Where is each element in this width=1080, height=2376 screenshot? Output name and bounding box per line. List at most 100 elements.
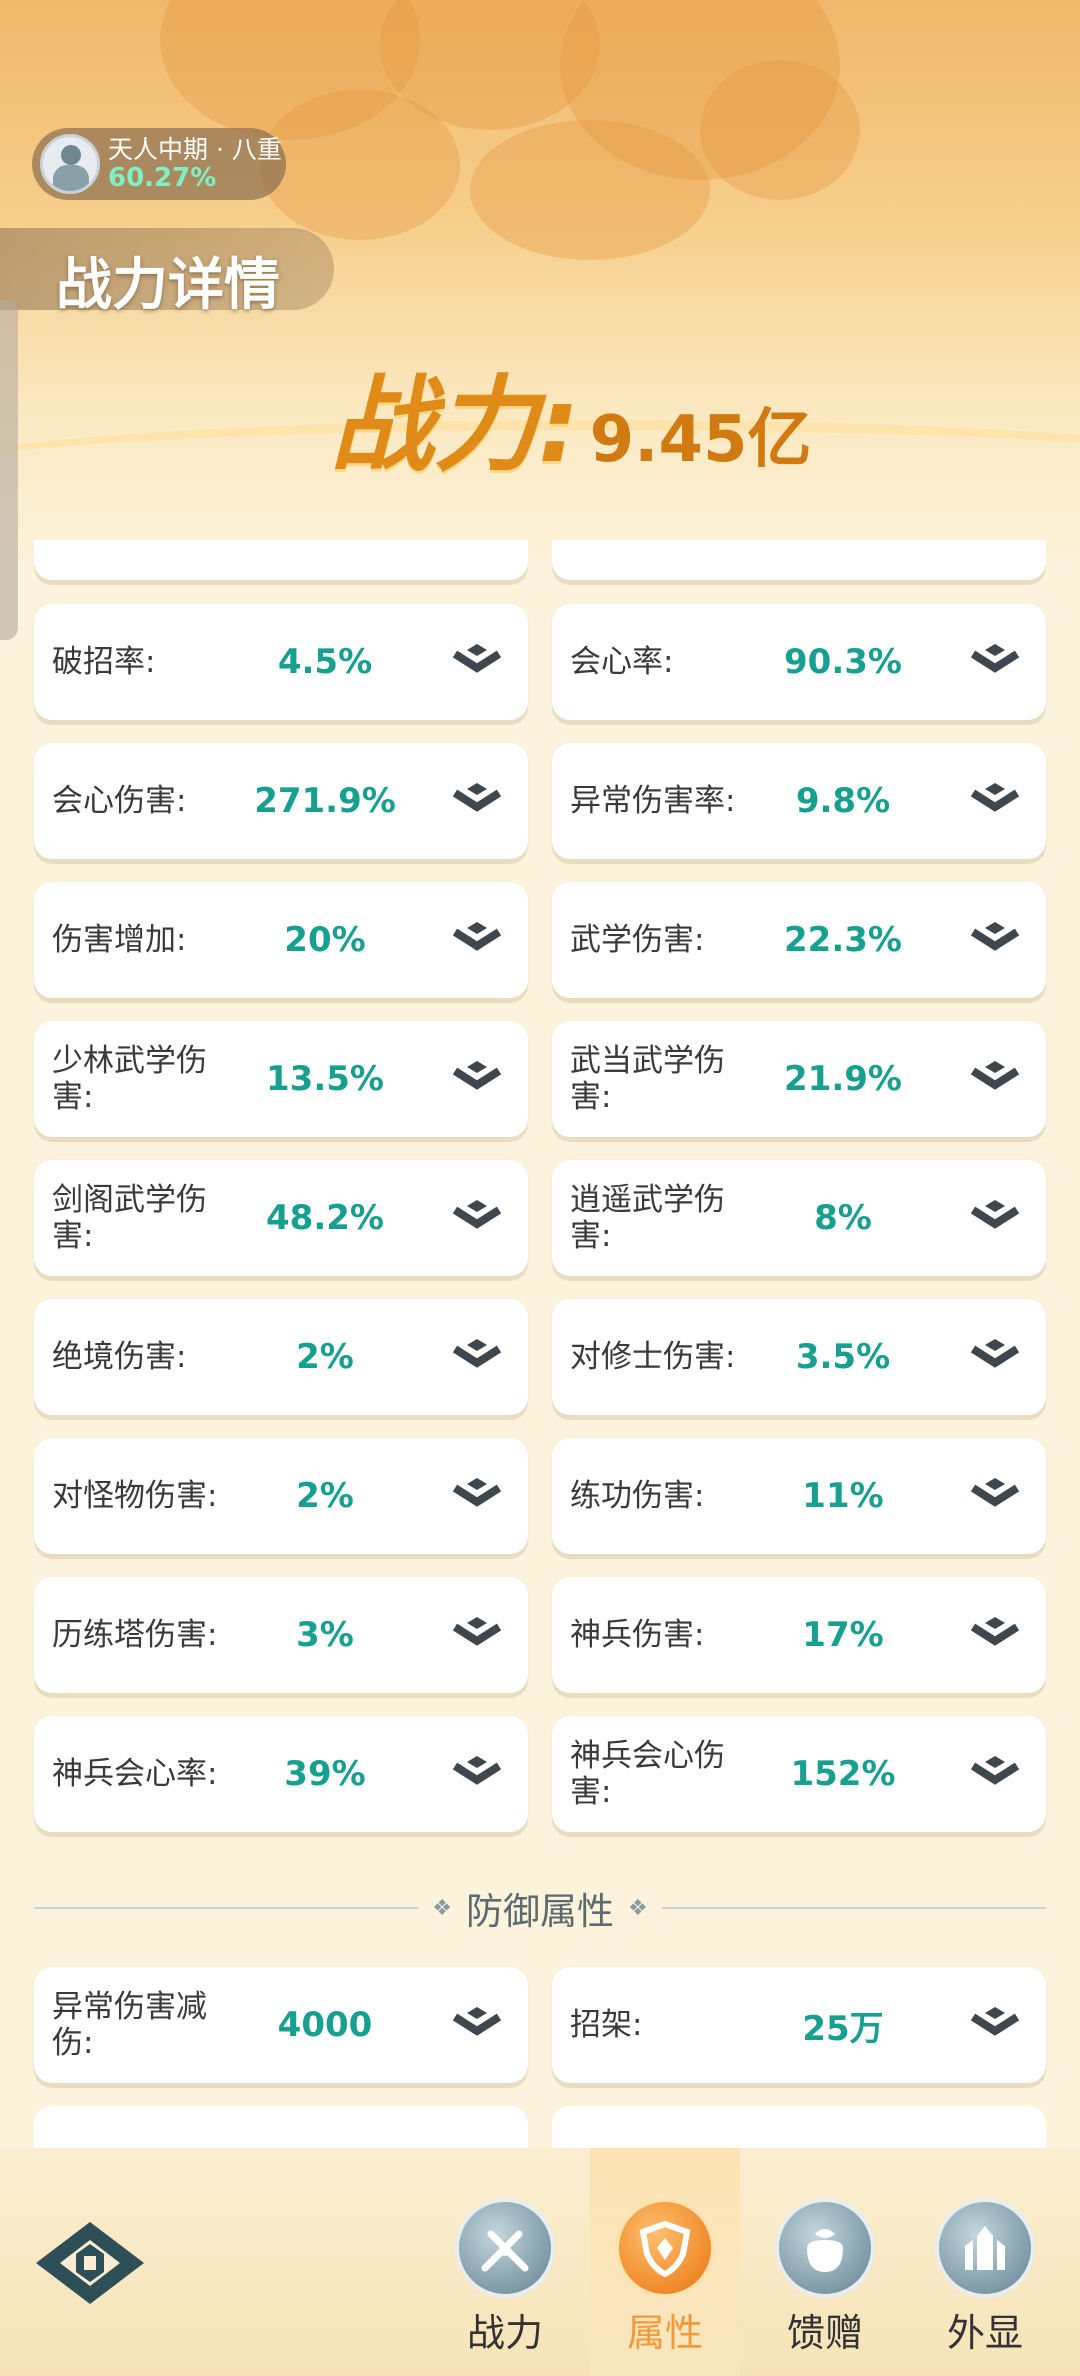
stat-value: 20% (284, 920, 366, 960)
tab-attributes[interactable]: 属性 (605, 2198, 725, 2358)
stat-card[interactable]: 练功伤害: 11% (552, 1438, 1046, 1554)
partial-card (34, 540, 528, 580)
chevron-down-icon[interactable] (968, 1337, 1022, 1377)
stat-card[interactable]: 少林武学伤害: 13.5% (34, 1021, 528, 1137)
stat-label: 神兵会心伤害: (570, 1738, 725, 1810)
stat-label: 逍遥武学伤害: (570, 1182, 725, 1254)
stat-label: 武学伤害: (570, 922, 705, 958)
gift-bag-icon (775, 2198, 875, 2298)
castle-icon (935, 2198, 1035, 2298)
stat-card[interactable]: 招架: 25万 (552, 1967, 1046, 2083)
chevron-down-icon[interactable] (450, 642, 504, 682)
stat-label: 异常伤害减伤: (52, 1989, 207, 2061)
stat-card[interactable]: 武当武学伤害: 21.9% (552, 1021, 1046, 1137)
stat-card[interactable]: 对怪物伤害: 2% (34, 1438, 528, 1554)
stat-value: 48.2% (266, 1198, 384, 1238)
stat-value: 3% (296, 1615, 354, 1655)
section-header-defense: ❖ 防御属性 ❖ (34, 1878, 1046, 1938)
chevron-down-icon[interactable] (450, 781, 504, 821)
chevron-down-icon[interactable] (450, 1754, 504, 1794)
tab-appearance[interactable]: 外显 (925, 2198, 1045, 2358)
stat-card[interactable]: 神兵会心伤害: 152% (552, 1716, 1046, 1832)
power-label: 战力: (330, 364, 580, 486)
chevron-down-icon[interactable] (968, 642, 1022, 682)
chevron-down-icon[interactable] (968, 1754, 1022, 1794)
stat-label: 会心率: (570, 644, 674, 680)
stat-value: 4.5% (277, 642, 373, 682)
rank-progress: 60.27% (108, 163, 217, 193)
stats-list[interactable]: 破招率: 4.5% 会心率: 90.3% 会心伤害: 271.9% 异常伤害率:… (0, 540, 1080, 2148)
section-title: 防御属性 (466, 1890, 614, 1933)
chevron-down-icon[interactable] (968, 920, 1022, 960)
divider (661, 1907, 1046, 1909)
stat-card[interactable]: 绝境伤害: 2% (34, 1299, 528, 1415)
stat-value: 8% (814, 1198, 872, 1238)
shield-icon (615, 2198, 715, 2298)
stat-value: 11% (802, 1476, 884, 1516)
stat-label: 练功伤害: (570, 1478, 705, 1514)
tab-power[interactable]: 战力 (445, 2198, 565, 2358)
partial-card (34, 2106, 528, 2148)
stat-value: 3.5% (795, 1337, 891, 1377)
stat-value: 21.9% (784, 1059, 902, 1099)
stat-label: 神兵伤害: (570, 1617, 705, 1653)
stat-value: 90.3% (784, 642, 902, 682)
chevron-down-icon[interactable] (450, 1059, 504, 1099)
chevron-down-icon[interactable] (450, 1337, 504, 1377)
stat-card[interactable]: 异常伤害减伤: 4000 (34, 1967, 528, 2083)
stat-label: 历练塔伤害: (52, 1617, 218, 1653)
stat-value: 152% (790, 1754, 896, 1794)
tab-label: 馈赠 (786, 2311, 863, 2355)
stat-value: 17% (802, 1615, 884, 1655)
stat-card[interactable]: 神兵伤害: 17% (552, 1577, 1046, 1693)
stat-card[interactable]: 会心率: 90.3% (552, 604, 1046, 720)
stat-card[interactable]: 对修士伤害: 3.5% (552, 1299, 1046, 1415)
stat-card[interactable]: 剑阁武学伤害: 48.2% (34, 1160, 528, 1276)
stat-card[interactable]: 神兵会心率: 39% (34, 1716, 528, 1832)
stat-card[interactable]: 逍遥武学伤害: 8% (552, 1160, 1046, 1276)
chevron-down-icon[interactable] (450, 1615, 504, 1655)
power-value: 9.45亿 (589, 403, 812, 477)
stat-value: 39% (284, 1754, 366, 1794)
stat-value: 2% (296, 1337, 354, 1377)
chevron-down-icon[interactable] (968, 1059, 1022, 1099)
stat-value: 271.9% (254, 781, 396, 821)
stat-card[interactable]: 历练塔伤害: 3% (34, 1577, 528, 1693)
chevron-down-icon[interactable] (450, 1476, 504, 1516)
avatar (40, 134, 100, 194)
stat-card[interactable]: 异常伤害率: 9.8% (552, 743, 1046, 859)
app-logo-icon[interactable] (32, 2218, 148, 2308)
page-title: 战力详情 (56, 253, 280, 318)
tab-gifts[interactable]: 馈赠 (765, 2198, 885, 2358)
divider (34, 1907, 419, 1909)
chevron-down-icon[interactable] (450, 2005, 504, 2045)
chevron-down-icon[interactable] (968, 1615, 1022, 1655)
diamond-icon: ❖ (628, 1895, 648, 1921)
stat-value: 25万 (802, 2008, 884, 2049)
stat-value: 2% (296, 1476, 354, 1516)
stat-label: 神兵会心率: (52, 1756, 218, 1792)
stat-card[interactable]: 破招率: 4.5% (34, 604, 528, 720)
tab-label: 外显 (946, 2311, 1023, 2355)
stat-value: 22.3% (784, 920, 902, 960)
stat-label: 剑阁武学伤害: (52, 1182, 207, 1254)
chevron-down-icon[interactable] (968, 781, 1022, 821)
stat-card[interactable]: 会心伤害: 271.9% (34, 743, 528, 859)
stat-label: 伤害增加: (52, 922, 187, 958)
partial-card (552, 2106, 1046, 2148)
chevron-down-icon[interactable] (968, 1198, 1022, 1238)
stat-value: 9.8% (795, 781, 891, 821)
stat-card[interactable]: 伤害增加: 20% (34, 882, 528, 998)
stat-card[interactable]: 武学伤害: 22.3% (552, 882, 1046, 998)
chevron-down-icon[interactable] (450, 1198, 504, 1238)
tab-label: 属性 (626, 2311, 703, 2355)
stat-value: 13.5% (266, 1059, 384, 1099)
diamond-icon: ❖ (432, 1895, 452, 1921)
chevron-down-icon[interactable] (450, 920, 504, 960)
rank-badge[interactable]: 天人中期 · 八重 60.27% (32, 128, 286, 200)
stat-label: 异常伤害率: (570, 783, 736, 819)
stat-label: 绝境伤害: (52, 1339, 187, 1375)
chevron-down-icon[interactable] (968, 2005, 1022, 2045)
chevron-down-icon[interactable] (968, 1476, 1022, 1516)
tab-label: 战力 (466, 2311, 543, 2355)
